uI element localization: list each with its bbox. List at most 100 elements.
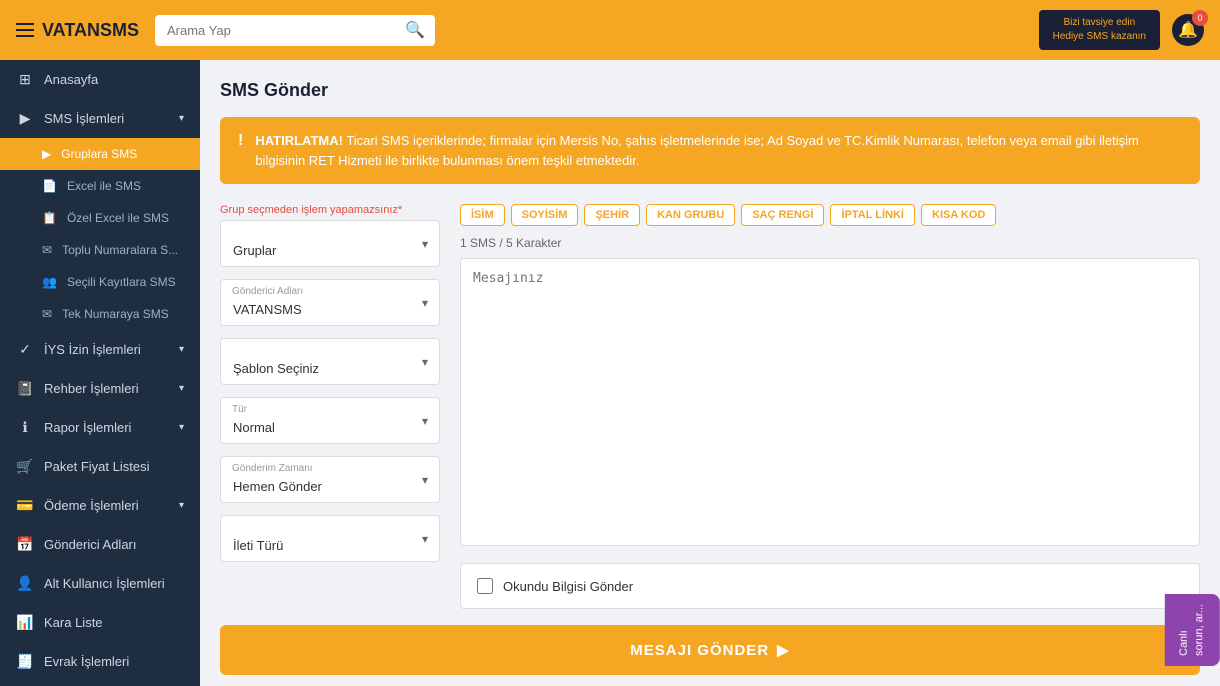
tag-kan-grubu[interactable]: KAN GRUBU [646, 204, 735, 226]
form-left: Grup seçmeden işlem yapamazsınız* Grupla… [220, 204, 440, 609]
search-input[interactable] [155, 15, 435, 46]
sidebar-label: Rapor İşlemleri [44, 420, 131, 435]
sidebar-item-sms-islemleri[interactable]: ▶ SMS İşlemleri ▾ [0, 99, 200, 138]
cart-icon: 🛒 [16, 458, 34, 475]
navbar-right: Bizi tavsiye edin Hediye SMS kazanın 🔔 0 [1039, 10, 1204, 50]
chevron-down-icon: ▾ [179, 113, 184, 124]
sidebar-label: Paket Fiyat Listesi [44, 459, 150, 474]
tag-iptal-linki[interactable]: İPTAL LİNKİ [830, 204, 915, 226]
okundu-label: Okundu Bilgisi Gönder [503, 579, 633, 594]
sidebar-item-gonderici-adlari[interactable]: 📅 Gönderici Adları [0, 525, 200, 564]
sidebar-item-evrak[interactable]: 🧾 Evrak İşlemleri [0, 642, 200, 681]
sidebar-label: Kara Liste [44, 615, 103, 630]
type-select-group: Tür Normal ▾ [220, 397, 440, 444]
groups-select[interactable]: Gruplar [220, 220, 440, 267]
recommend-button[interactable]: Bizi tavsiye edin Hediye SMS kazanın [1039, 10, 1160, 50]
sidebar-label: Gönderici Adları [44, 537, 137, 552]
tag-soyisim[interactable]: SOYİSİM [511, 204, 579, 226]
sidebar-label: Seçili Kayıtlara SMS [67, 275, 176, 289]
sidebar-item-ozel-excel[interactable]: 📋 Özel Excel ile SMS [0, 202, 200, 234]
sidebar-item-sablon[interactable]: 📝 Şablon İşlemleri ▾ [0, 681, 200, 686]
tag-sehir[interactable]: ŞEHİR [584, 204, 640, 226]
sms-count: 1 SMS / 5 Karakter [460, 236, 1200, 250]
okundu-checkbox[interactable] [477, 578, 493, 594]
form-right: İSİM SOYİSİM ŞEHİR KAN GRUBU SAÇ RENGİ İ… [460, 204, 1200, 609]
sidebar-label: Tek Numaraya SMS [62, 307, 169, 321]
template-select-group: Şablon Seçiniz ▾ [220, 338, 440, 385]
tag-kisa-kod[interactable]: KISA KOD [921, 204, 996, 226]
brand-name: VATANSMS [42, 20, 139, 41]
sidebar-item-gruplara-sms[interactable]: ▶ Gruplara SMS [0, 138, 200, 170]
info-icon: ℹ [16, 419, 34, 436]
sender-select[interactable]: VATANSMS [220, 279, 440, 326]
live-chat-button[interactable]: Canlısorun, ar... [1165, 594, 1220, 666]
sidebar-label: Alt Kullanıcı İşlemleri [44, 576, 165, 591]
sidebar-item-iys[interactable]: ✓ İYS İzin İşlemleri ▾ [0, 330, 200, 369]
form-area: Grup seçmeden işlem yapamazsınız* Grupla… [220, 204, 1200, 609]
card-icon: 💳 [16, 497, 34, 514]
grid-icon: ⊞ [16, 71, 34, 88]
sidebar-item-anasayfa[interactable]: ⊞ Anasayfa [0, 60, 200, 99]
sidebar-item-rapor[interactable]: ℹ Rapor İşlemleri ▾ [0, 408, 200, 447]
alert-text: HATIRLATMA! Ticari SMS içeriklerinde; fi… [255, 131, 1182, 170]
file-icon: 📄 [42, 179, 57, 193]
group-required-label: Grup seçmeden işlem yapamazsınız* [220, 204, 440, 216]
sidebar-item-odeme[interactable]: 💳 Ödeme İşlemleri ▾ [0, 486, 200, 525]
sidebar-item-excel-sms[interactable]: 📄 Excel ile SMS [0, 170, 200, 202]
send-button[interactable]: MESAJI GÖNDER ▶ [220, 625, 1200, 675]
sidebar-label: Ödeme İşlemleri [44, 498, 139, 513]
send-button-label: MESAJI GÖNDER [630, 642, 769, 659]
main-layout: ⊞ Anasayfa ▶ SMS İşlemleri ▾ ▶ Gruplara … [0, 60, 1220, 686]
page-title: SMS Gönder [220, 80, 1200, 101]
sidebar-label: Anasayfa [44, 72, 98, 87]
sidebar-item-kara-liste[interactable]: 📊 Kara Liste [0, 603, 200, 642]
tag-isim[interactable]: İSİM [460, 204, 505, 226]
sidebar-item-toplu-numaralar[interactable]: ✉ Toplu Numaralara S... [0, 234, 200, 266]
person-plus-icon: 👤 [16, 575, 34, 592]
template-select[interactable]: Şablon Seçiniz [220, 338, 440, 385]
search-icon[interactable]: 🔍 [405, 20, 425, 40]
send-time-select[interactable]: Hemen Gönder [220, 456, 440, 503]
tag-sac-rengi[interactable]: SAÇ RENGİ [741, 204, 824, 226]
users-icon: 👥 [42, 275, 57, 289]
mail-single-icon: ✉ [42, 307, 52, 321]
sidebar-label: Toplu Numaralara S... [62, 243, 178, 257]
type-select[interactable]: Normal [220, 397, 440, 444]
notification-badge: 0 [1192, 10, 1208, 26]
calendar-icon: 📅 [16, 536, 34, 553]
arrow-right-icon: ▶ [42, 147, 51, 161]
sidebar-label: İYS İzin İşlemleri [44, 342, 141, 357]
sidebar-label: Gruplara SMS [61, 147, 137, 161]
notification-button[interactable]: 🔔 0 [1172, 14, 1204, 46]
message-textarea[interactable] [460, 258, 1200, 546]
sidebar-label: Özel Excel ile SMS [67, 211, 169, 225]
check-icon: ✓ [16, 341, 34, 358]
sidebar: ⊞ Anasayfa ▶ SMS İşlemleri ▾ ▶ Gruplara … [0, 60, 200, 686]
live-chat-label: Canlısorun, ar... [1178, 604, 1205, 656]
brand: VATANSMS [16, 20, 139, 41]
sidebar-item-tek-numara[interactable]: ✉ Tek Numaraya SMS [0, 298, 200, 330]
sidebar-item-paket[interactable]: 🛒 Paket Fiyat Listesi [0, 447, 200, 486]
hamburger-icon[interactable] [16, 23, 34, 37]
groups-select-group: Gruplar ▾ [220, 220, 440, 267]
sidebar-label: Excel ile SMS [67, 179, 141, 193]
sidebar-label: SMS İşlemleri [44, 111, 124, 126]
file-special-icon: 📋 [42, 211, 57, 225]
sidebar-item-rehber[interactable]: 📓 Rehber İşlemleri ▾ [0, 369, 200, 408]
sidebar-item-secili-kayitlar[interactable]: 👥 Seçili Kayıtlara SMS [0, 266, 200, 298]
sidebar-label: Rehber İşlemleri [44, 381, 139, 396]
sender-select-group: Gönderici Adları VATANSMS ▾ [220, 279, 440, 326]
navbar: VATANSMS 🔍 Bizi tavsiye edin Hediye SMS … [0, 0, 1220, 60]
chevron-down-icon: ▾ [179, 344, 184, 355]
content-area: SMS Gönder ! HATIRLATMA! Ticari SMS içer… [200, 60, 1220, 686]
message-type-select-group: İleti Türü ▾ [220, 515, 440, 562]
arrow-icon: ▶ [16, 110, 34, 127]
chevron-down-icon: ▾ [179, 422, 184, 433]
mail-bulk-icon: ✉ [42, 243, 52, 257]
search-bar: 🔍 [155, 15, 435, 46]
okundu-checkbox-row[interactable]: Okundu Bilgisi Gönder [460, 563, 1200, 609]
sidebar-item-alt-kullanici[interactable]: 👤 Alt Kullanıcı İşlemleri [0, 564, 200, 603]
chart-icon: 📊 [16, 614, 34, 631]
sidebar-label: Evrak İşlemleri [44, 654, 129, 669]
message-type-select[interactable]: İleti Türü [220, 515, 440, 562]
